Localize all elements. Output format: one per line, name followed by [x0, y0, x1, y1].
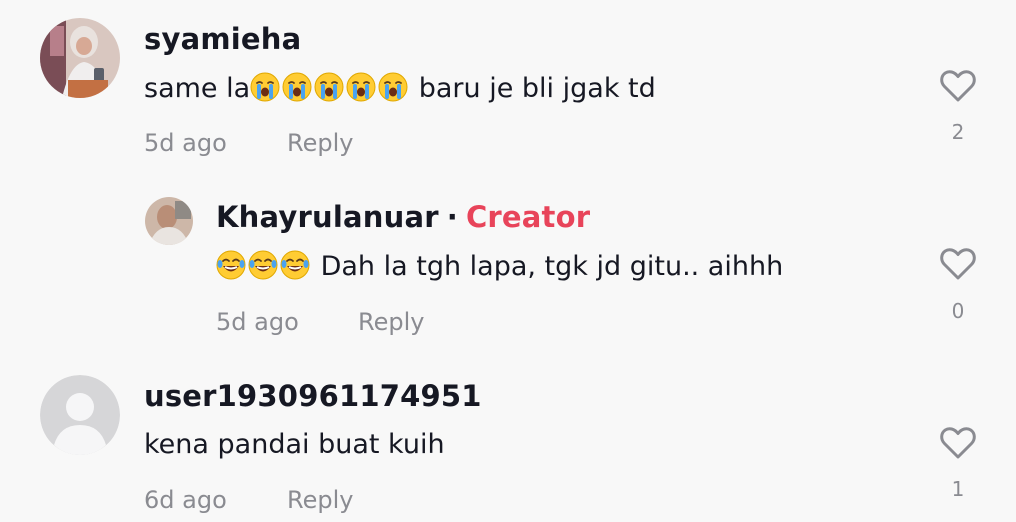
comment-timestamp: 5d ago	[144, 129, 227, 157]
like-count: 0	[951, 299, 965, 323]
creator-badge: Creator	[465, 200, 591, 234]
loudly-crying-face-emoji	[282, 72, 312, 102]
comment-username[interactable]: Khayrulanuar	[216, 200, 439, 234]
avatar[interactable]	[145, 197, 193, 245]
default-user-avatar[interactable]	[40, 375, 120, 455]
tears-of-joy-emoji	[280, 250, 310, 280]
loudly-crying-face-emoji	[346, 72, 376, 102]
comment-thread: { "comments": [ { "username": "syamieha"…	[0, 0, 1016, 522]
comment-username[interactable]: syamieha	[144, 22, 301, 56]
heart-outline-icon	[940, 248, 976, 280]
separator-dot: ·	[446, 200, 458, 234]
comment-timestamp: 6d ago	[144, 486, 227, 514]
comment-text-suffix: Dah la tgh lapa, tgk jd gitu.. aihhh	[312, 251, 784, 282]
heart-outline-icon	[940, 70, 976, 102]
like-count: 2	[951, 120, 965, 144]
comment-username[interactable]: user1930961174951	[144, 379, 482, 413]
avatar[interactable]	[40, 18, 120, 98]
comment-item: user1930961174951 kena pandai buat kuih …	[0, 355, 1016, 522]
loudly-crying-face-emoji	[314, 72, 344, 102]
like-button[interactable]	[938, 423, 978, 463]
tears-of-joy-emoji	[216, 250, 246, 280]
reply-button[interactable]: Reply	[358, 308, 424, 336]
heart-outline-icon	[940, 427, 976, 459]
emoji-group	[216, 250, 312, 282]
comment-item: syamieha same la baru je bli jgak td 5d …	[0, 0, 1016, 175]
like-count: 1	[951, 477, 965, 501]
reply-item: Khayrulanuar · Creator Dah la tgh lapa, tg…	[0, 175, 1016, 355]
like-button[interactable]	[938, 244, 978, 284]
comment-text: same la baru je bli jgak td	[144, 72, 656, 104]
comment-timestamp: 5d ago	[216, 308, 299, 336]
tears-of-joy-emoji	[248, 250, 278, 280]
comment-text: Dah la tgh lapa, tgk jd gitu.. aihhh	[216, 250, 783, 282]
comment-text-suffix: baru je bli jgak td	[410, 73, 656, 104]
reply-button[interactable]: Reply	[287, 486, 353, 514]
like-button[interactable]	[938, 66, 978, 106]
loudly-crying-face-emoji	[378, 72, 408, 102]
comment-text: kena pandai buat kuih	[144, 429, 445, 460]
loudly-crying-face-emoji	[250, 72, 280, 102]
comment-text-prefix: same la	[144, 73, 251, 104]
reply-button[interactable]: Reply	[287, 129, 353, 157]
comment-username-row: Khayrulanuar · Creator	[216, 200, 590, 234]
emoji-group	[250, 72, 410, 104]
